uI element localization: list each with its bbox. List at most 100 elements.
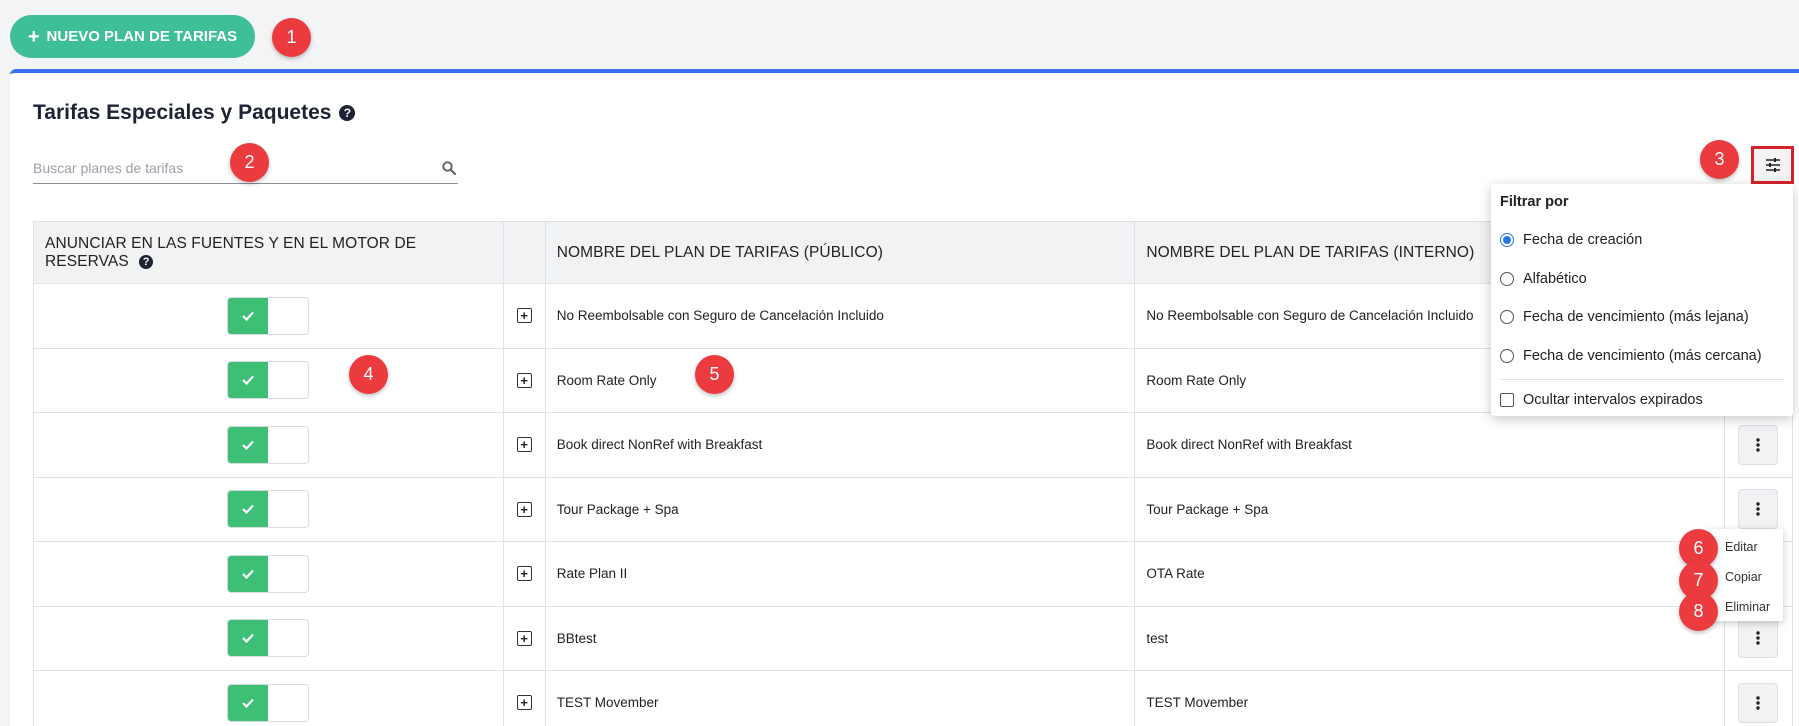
annotation-badge: 8 [1679, 592, 1718, 631]
annotation-badge: 5 [695, 355, 734, 394]
table-row: + TEST Movember TEST Movember [33, 670, 1794, 726]
check-icon [242, 698, 255, 708]
page-title: Tarifas Especiales y Paquetes [33, 101, 332, 124]
check-icon [242, 376, 255, 386]
page-title-container: Tarifas Especiales y Paquetes ? [33, 101, 356, 125]
advertise-toggle[interactable] [227, 296, 310, 335]
advertise-cell [33, 412, 504, 478]
filter-option-label: Fecha de vencimiento (más cercana) [1523, 347, 1762, 364]
filter-dropdown: Filtrar por Fecha de creación Alfabético… [1491, 184, 1793, 416]
table-row: + BBtest test [33, 605, 1794, 671]
row-actions-button[interactable] [1738, 618, 1779, 659]
public-name-cell: Book direct NonRef with Breakfast [544, 412, 1136, 478]
internal-name-cell: OTA Rate [1134, 541, 1725, 607]
table-row: + Book direct NonRef with Breakfast Book… [33, 412, 1794, 478]
advertise-cell [33, 670, 504, 726]
expand-icon[interactable]: + [516, 308, 532, 324]
expand-icon[interactable]: + [516, 695, 532, 711]
actions-cell [1723, 670, 1794, 726]
menu-item-edit[interactable]: Editar [1710, 532, 1783, 562]
internal-name-cell: Book direct NonRef with Breakfast [1134, 412, 1725, 478]
hide-expired-checkbox[interactable] [1500, 393, 1514, 407]
expand-icon[interactable]: + [516, 630, 532, 646]
filter-option-creation-date[interactable]: Fecha de creación [1500, 221, 1784, 260]
filter-option-expiry-latest[interactable]: Fecha de vencimiento (más lejana) [1500, 298, 1784, 337]
expand-column-header [502, 221, 546, 284]
advertise-toggle[interactable] [227, 361, 310, 400]
more-vertical-icon [1756, 502, 1761, 516]
public-name-column-header: NOMBRE DEL PLAN DE TARIFAS (PÚBLICO) [544, 221, 1136, 284]
public-name-cell: BBtest [544, 605, 1136, 671]
row-actions-button[interactable] [1738, 424, 1779, 465]
advertise-toggle[interactable] [227, 425, 310, 464]
expand-icon[interactable]: + [516, 437, 532, 453]
internal-name-cell: test [1134, 605, 1725, 671]
menu-item-copy[interactable]: Copiar [1710, 562, 1783, 592]
expand-icon[interactable]: + [516, 566, 532, 582]
annotation-badge: 3 [1700, 140, 1739, 179]
filter-title: Filtrar por [1500, 194, 1569, 210]
new-rate-plan-button[interactable]: + NUEVO PLAN DE TARIFAS [10, 15, 255, 58]
table-row: + Tour Package + Spa Tour Package + Spa [33, 476, 1794, 542]
expand-icon[interactable]: + [516, 501, 532, 517]
check-icon [242, 440, 255, 450]
public-name-cell: Room Rate Only [544, 347, 1136, 413]
filter-option-label: Fecha de creación [1523, 232, 1643, 249]
row-actions-button[interactable] [1738, 489, 1779, 530]
expand-cell: + [502, 476, 546, 542]
advertise-toggle[interactable] [227, 683, 310, 722]
public-name-cell: No Reembolsable con Seguro de Cancelació… [544, 283, 1136, 349]
check-icon [242, 569, 255, 579]
help-icon[interactable]: ? [339, 105, 356, 121]
sliders-icon [1765, 158, 1780, 172]
row-actions-button[interactable] [1738, 682, 1779, 723]
advertise-toggle[interactable] [227, 554, 310, 593]
more-vertical-icon [1756, 696, 1761, 710]
internal-name-cell: Tour Package + Spa [1134, 476, 1725, 542]
advertise-cell [33, 541, 504, 607]
new-rate-plan-label: NUEVO PLAN DE TARIFAS [46, 28, 238, 45]
annotation-badge: 1 [272, 18, 311, 57]
expand-cell: + [502, 283, 546, 349]
expand-cell: + [502, 670, 546, 726]
public-name-cell: TEST Movember [544, 670, 1136, 726]
filter-option-expiry-earliest[interactable]: Fecha de vencimiento (más cercana) [1500, 337, 1784, 376]
divider [1500, 379, 1784, 380]
search-icon[interactable] [442, 161, 456, 175]
radio-button-checked[interactable] [1500, 233, 1514, 248]
row-action-menu: Editar Copiar Eliminar [1710, 529, 1783, 621]
advertise-header-label: ANUNCIAR EN LAS FUENTES Y EN EL MOTOR DE… [45, 234, 417, 270]
radio-button[interactable] [1500, 271, 1514, 286]
check-icon [242, 634, 255, 644]
advertise-cell [33, 283, 504, 349]
expand-icon[interactable]: + [516, 372, 532, 388]
public-name-cell: Tour Package + Spa [544, 476, 1136, 542]
radio-button[interactable] [1500, 310, 1514, 325]
advertise-cell [33, 605, 504, 671]
advertise-column-header: ANUNCIAR EN LAS FUENTES Y EN EL MOTOR DE… [33, 221, 504, 284]
check-icon [242, 311, 255, 321]
advertise-toggle[interactable] [227, 490, 310, 529]
filter-option-alphabetical[interactable]: Alfabético [1500, 260, 1784, 299]
hide-expired-option[interactable]: Ocultar intervalos expirados [1500, 386, 1784, 414]
internal-name-cell: TEST Movember [1134, 670, 1725, 726]
expand-cell: + [502, 541, 546, 607]
actions-cell [1723, 412, 1794, 478]
annotation-badge: 2 [230, 143, 269, 182]
radio-button[interactable] [1500, 348, 1514, 363]
expand-cell: + [502, 347, 546, 413]
more-vertical-icon [1756, 631, 1761, 645]
advertise-toggle[interactable] [227, 619, 310, 658]
help-icon[interactable]: ? [139, 254, 154, 269]
advertise-cell [33, 347, 504, 413]
menu-item-delete[interactable]: Eliminar [1710, 592, 1783, 622]
hide-expired-label: Ocultar intervalos expirados [1523, 392, 1703, 408]
annotation-badge: 4 [349, 355, 388, 394]
public-name-cell: Rate Plan II [544, 541, 1136, 607]
expand-cell: + [502, 412, 546, 478]
filter-settings-button[interactable] [1751, 146, 1794, 184]
check-icon [242, 505, 255, 515]
filter-option-label: Alfabético [1523, 270, 1587, 287]
filter-option-label: Fecha de vencimiento (más lejana) [1523, 309, 1749, 326]
plus-icon: + [27, 25, 40, 48]
